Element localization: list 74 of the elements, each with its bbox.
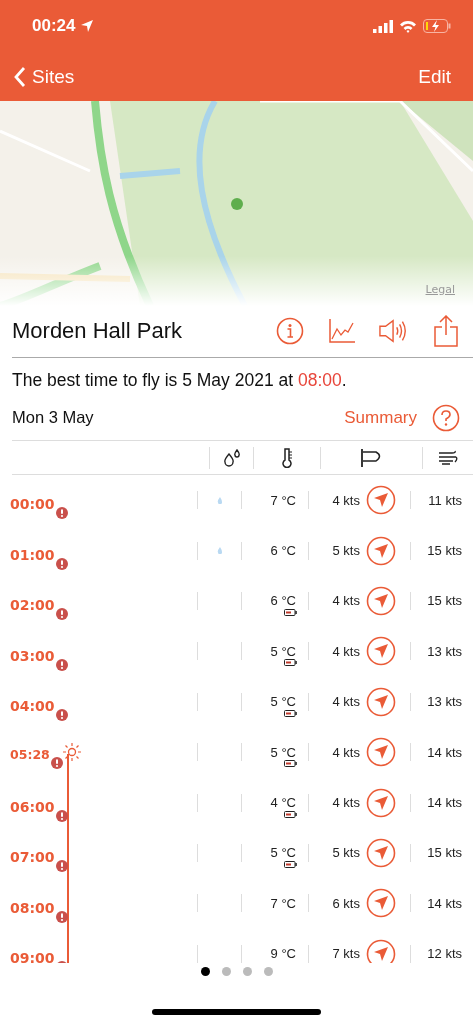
wind-speed: 5 kts (332, 543, 360, 559)
wifi-icon (399, 19, 417, 33)
summary-link[interactable]: Summary (344, 407, 417, 428)
wind-speed: 4 kts (332, 694, 360, 710)
gust-speed: 15 kts (427, 543, 462, 559)
gust-speed: 15 kts (427, 845, 462, 861)
gust-speed: 12 kts (427, 946, 462, 962)
wind-direction-icon (366, 636, 396, 667)
help-icon[interactable] (431, 402, 461, 433)
gust-speed: 14 kts (427, 795, 462, 811)
battery-charging-icon (423, 19, 451, 33)
time-label: 03:00 (10, 647, 55, 664)
wind-speed: 7 kts (332, 946, 360, 962)
wind-direction-icon (366, 686, 396, 717)
wind-speed: 4 kts (332, 744, 360, 760)
wind-direction-icon (366, 837, 396, 868)
legal-link[interactable]: Legal (425, 283, 455, 296)
wind-speed: 6 kts (332, 895, 360, 911)
page-dot[interactable] (263, 967, 273, 976)
thermometer-icon (281, 447, 293, 468)
wind-direction-icon (366, 888, 396, 919)
info-icon[interactable] (275, 315, 305, 346)
status-time: 00:24 (32, 16, 76, 36)
time-label: 02:00 (10, 597, 55, 614)
best-time-text: The best time to fly is 5 May 2021 at 08:00. (12, 370, 348, 391)
temperature-value: 5 °C (270, 744, 296, 760)
time-label: 08:00 (10, 899, 55, 916)
sunrise-icon (62, 743, 81, 762)
temperature-value: 6 °C (270, 543, 296, 559)
temperature-value: 7 °C (270, 492, 296, 508)
site-title: Morden Hall Park (12, 317, 182, 344)
chevron-left-icon (14, 66, 26, 87)
temperature-value: 6 °C (270, 593, 296, 609)
day-date: Mon 3 May (12, 408, 94, 427)
wind-direction-icon (366, 787, 396, 818)
wind-speed: 5 kts (332, 845, 360, 861)
location-arrow-icon (81, 20, 94, 32)
gust-speed: 14 kts (427, 744, 462, 760)
time-label: 00:00 (10, 496, 55, 513)
temperature-value: 5 °C (270, 694, 296, 710)
wind-speed: 4 kts (332, 643, 360, 659)
signal-icon (373, 19, 393, 33)
temperature-value: 4 °C (270, 795, 296, 811)
page-dot[interactable] (221, 967, 231, 976)
wind-speed: 4 kts (332, 795, 360, 811)
wind-speed: 4 kts (332, 492, 360, 508)
gust-speed: 11 kts (428, 492, 462, 508)
page-dot[interactable] (242, 967, 252, 976)
gust-speed: 13 kts (427, 694, 462, 710)
wind-direction-icon (366, 938, 396, 963)
wind-gust-icon (438, 449, 458, 466)
time-label: 06:00 (10, 798, 55, 815)
temperature-value: 5 °C (270, 845, 296, 861)
time-label: 09:00 (10, 949, 55, 963)
time-label: 04:00 (10, 697, 55, 714)
gust-speed: 15 kts (427, 593, 462, 609)
share-icon[interactable] (431, 315, 461, 346)
rain-drops-icon (222, 448, 241, 467)
wind-direction-icon (366, 535, 396, 566)
edit-button[interactable]: Edit (418, 65, 451, 88)
time-label: 07:00 (10, 849, 55, 866)
page-dot[interactable] (200, 967, 210, 976)
gust-speed: 14 kts (427, 895, 462, 911)
wind-direction-icon (366, 485, 396, 516)
wind-speed: 4 kts (332, 593, 360, 609)
temperature-value: 9 °C (270, 946, 296, 962)
gust-speed: 13 kts (427, 643, 462, 659)
time-label: 05:28 (10, 747, 50, 763)
temperature-value: 5 °C (270, 643, 296, 659)
time-label: 01:00 (10, 546, 55, 563)
temperature-value: 7 °C (270, 895, 296, 911)
wind-direction-icon (366, 585, 396, 616)
wind-direction-icon (366, 737, 396, 768)
back-button[interactable]: Sites (14, 65, 75, 88)
